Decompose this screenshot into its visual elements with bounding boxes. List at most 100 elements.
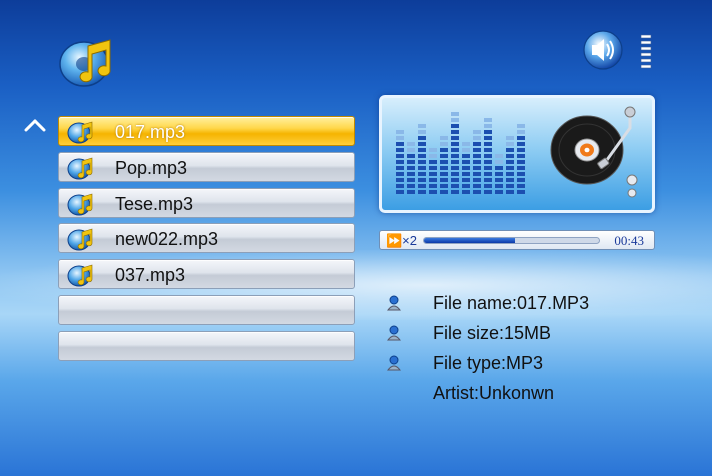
- equalizer-segment: [517, 190, 525, 194]
- equalizer-segment: [473, 178, 481, 182]
- equalizer-segment: [451, 130, 459, 134]
- equalizer-segment: [517, 184, 525, 188]
- equalizer-segment: [451, 178, 459, 182]
- playback-progress[interactable]: ⏩×2 00:43: [379, 230, 655, 250]
- music-file-icon: [67, 228, 93, 251]
- equalizer-segment: [418, 130, 426, 134]
- equalizer-segment: [517, 154, 525, 158]
- equalizer-segment: [495, 172, 503, 176]
- vinyl-disc-icon: [550, 106, 638, 198]
- equalizer-segment: [495, 160, 503, 164]
- progress-fill: [424, 238, 515, 243]
- empty-list-item[interactable]: [58, 330, 355, 361]
- music-file-icon: [67, 157, 93, 180]
- equalizer-segment: [484, 178, 492, 182]
- equalizer-segment: [484, 136, 492, 140]
- equalizer-segment: [506, 148, 514, 152]
- equalizer-segment: [462, 148, 470, 152]
- info-row-file-size: File size:15MB: [386, 323, 589, 353]
- equalizer-segment: [462, 166, 470, 170]
- equalizer-segment: [495, 178, 503, 182]
- equalizer-segment: [462, 172, 470, 176]
- equalizer-segment: [517, 166, 525, 170]
- equalizer-segment: [462, 184, 470, 188]
- equalizer-segment: [451, 136, 459, 140]
- equalizer-segment: [495, 166, 503, 170]
- equalizer-segment: [451, 148, 459, 152]
- equalizer-segment: [429, 172, 437, 176]
- equalizer-segment: [506, 142, 514, 146]
- list-item[interactable]: 037.mp3: [58, 259, 355, 290]
- music-file-icon: [67, 264, 93, 287]
- equalizer-segment: [418, 178, 426, 182]
- person-bullet-icon: [386, 355, 402, 371]
- equalizer-segment: [473, 142, 481, 146]
- file-size-info: File size:15MB: [433, 323, 552, 343]
- equalizer-segment: [484, 130, 492, 134]
- equalizer-segment: [517, 160, 525, 164]
- chevron-up-icon[interactable]: [24, 118, 46, 132]
- equalizer-segment: [418, 148, 426, 152]
- file-type-info: File type:MP3: [433, 353, 544, 373]
- equalizer-segment: [484, 160, 492, 164]
- equalizer-segment: [418, 190, 426, 194]
- empty-list-item[interactable]: [58, 294, 355, 325]
- equalizer-segment: [396, 154, 404, 158]
- equalizer-segment: [517, 124, 525, 128]
- equalizer-segment: [440, 148, 448, 152]
- equalizer-segment: [440, 172, 448, 176]
- equalizer-segment: [484, 172, 492, 176]
- equalizer-segment: [451, 166, 459, 170]
- equalizer-segment: [418, 136, 426, 140]
- equalizer-segment: [440, 190, 448, 194]
- equalizer-segment: [396, 142, 404, 146]
- list-item[interactable]: Tese.mp3: [58, 187, 355, 218]
- equalizer-segment: [451, 160, 459, 164]
- list-item[interactable]: 017.mp3: [58, 116, 355, 146]
- equalizer-segment: [396, 148, 404, 152]
- equalizer-segment: [451, 112, 459, 116]
- equalizer-segment: [407, 178, 415, 182]
- equalizer-segment: [407, 160, 415, 164]
- equalizer-segment: [451, 172, 459, 176]
- equalizer-segment: [495, 190, 503, 194]
- equalizer-segment: [396, 178, 404, 182]
- progress-track[interactable]: [423, 237, 600, 244]
- equalizer-segment: [418, 184, 426, 188]
- equalizer-segment: [440, 136, 448, 140]
- equalizer-segment: [429, 160, 437, 164]
- equalizer-segment: [484, 118, 492, 122]
- equalizer-segment: [429, 190, 437, 194]
- equalizer-segment: [484, 166, 492, 170]
- equalizer-segment: [473, 148, 481, 152]
- equalizer-segment: [484, 148, 492, 152]
- speaker-icon[interactable]: [583, 29, 655, 75]
- equalizer-segment: [429, 166, 437, 170]
- equalizer-segment: [484, 184, 492, 188]
- list-item[interactable]: Pop.mp3: [58, 151, 355, 182]
- equalizer-segment: [506, 178, 514, 182]
- elapsed-time: 00:43: [614, 233, 644, 248]
- equalizer-segment: [418, 142, 426, 146]
- equalizer-segment: [440, 160, 448, 164]
- equalizer-segment: [506, 166, 514, 170]
- equalizer-segment: [440, 184, 448, 188]
- equalizer-segment: [462, 178, 470, 182]
- equalizer-segment: [473, 130, 481, 134]
- equalizer-segment: [418, 154, 426, 158]
- info-row-file-type: File type:MP3: [386, 353, 589, 383]
- equalizer-segment: [418, 160, 426, 164]
- equalizer-segment: [451, 118, 459, 122]
- equalizer-segment: [506, 160, 514, 164]
- equalizer-segment: [396, 184, 404, 188]
- list-item[interactable]: new022.mp3: [58, 223, 355, 254]
- visualizer-panel: [379, 95, 655, 213]
- equalizer-segment: [473, 160, 481, 164]
- file-name: Pop.mp3: [115, 157, 188, 178]
- equalizer-segment: [418, 166, 426, 170]
- music-note-disc-icon: [59, 39, 111, 87]
- equalizer-segment: [473, 190, 481, 194]
- equalizer-segment: [517, 130, 525, 134]
- file-name: new022.mp3: [115, 229, 219, 250]
- equalizer-segment: [462, 142, 470, 146]
